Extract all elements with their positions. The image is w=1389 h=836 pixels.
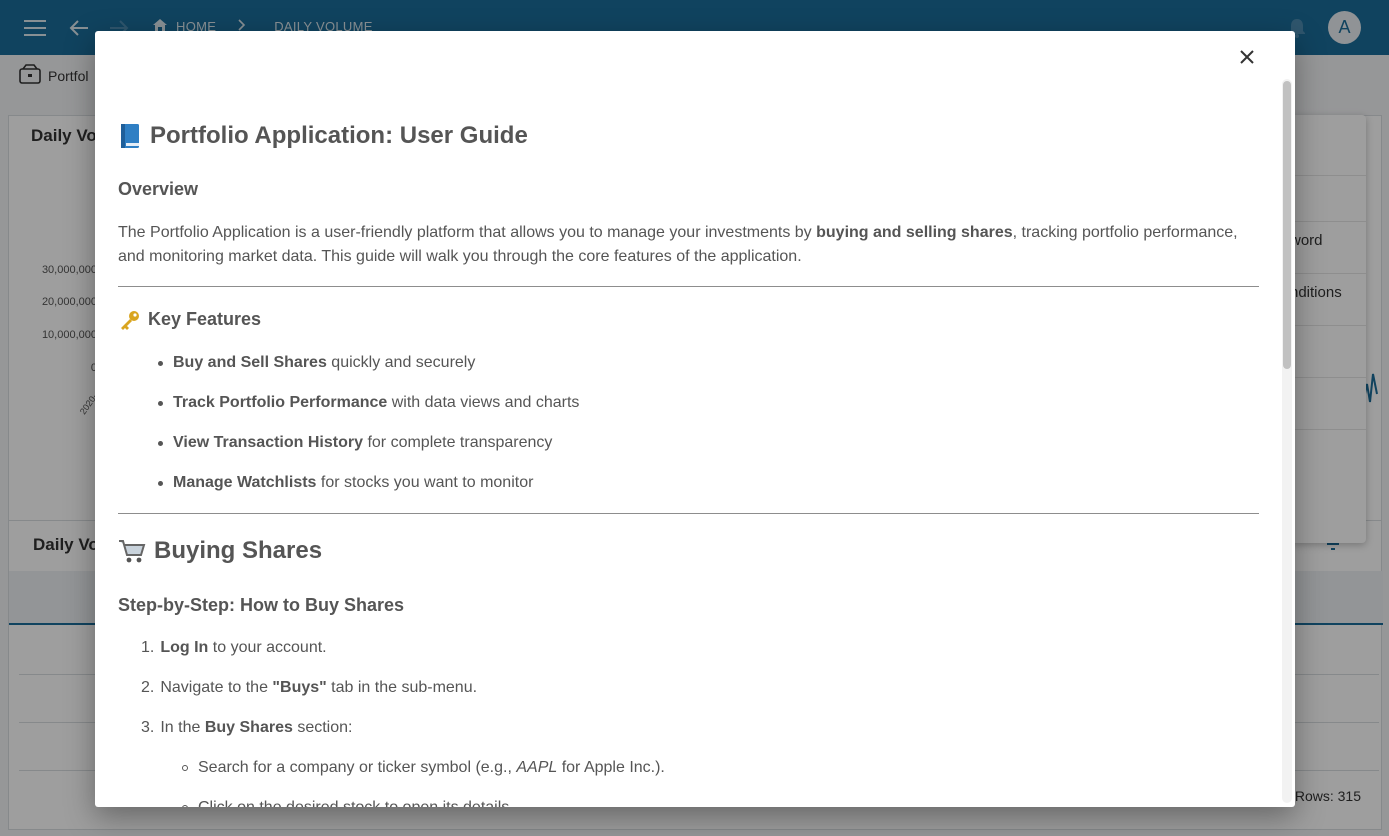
steps-heading: Step-by-Step: How to Buy Shares — [118, 595, 405, 615]
list-item: Track Portfolio Performance with data vi… — [158, 394, 579, 412]
book-icon — [118, 123, 142, 149]
divider — [118, 286, 1259, 287]
features-heading: Key Features — [118, 309, 261, 330]
scrollbar-thumb[interactable] — [1283, 81, 1291, 369]
guide-content: Portfolio Application: User Guide Overvi… — [118, 31, 1259, 807]
list-item: Buy and Sell Shares quickly and securely — [158, 354, 475, 372]
cart-icon — [118, 538, 146, 564]
buying-heading: Buying Shares — [118, 537, 322, 565]
list-item: 1. Log In to your account. — [141, 639, 327, 656]
list-item: Click on the desired stock to open its d… — [182, 799, 514, 807]
overview-paragraph: The Portfolio Application is a user-frie… — [118, 224, 1238, 265]
user-guide-dialog: Portfolio Application: User Guide Overvi… — [95, 31, 1295, 807]
divider — [118, 513, 1259, 514]
page-title: Portfolio Application: User Guide — [118, 122, 528, 150]
list-item: View Transaction History for complete tr… — [158, 434, 552, 452]
list-item: 3. In the Buy Shares section: — [141, 719, 353, 736]
overview-heading: Overview — [118, 179, 199, 199]
list-item: Manage Watchlists for stocks you want to… — [158, 474, 533, 492]
list-item: 2. Navigate to the "Buys" tab in the sub-… — [141, 679, 478, 696]
key-icon — [118, 310, 140, 330]
list-item: Search for a company or ticker symbol (e… — [182, 759, 665, 777]
scrollbar[interactable] — [1282, 79, 1292, 803]
